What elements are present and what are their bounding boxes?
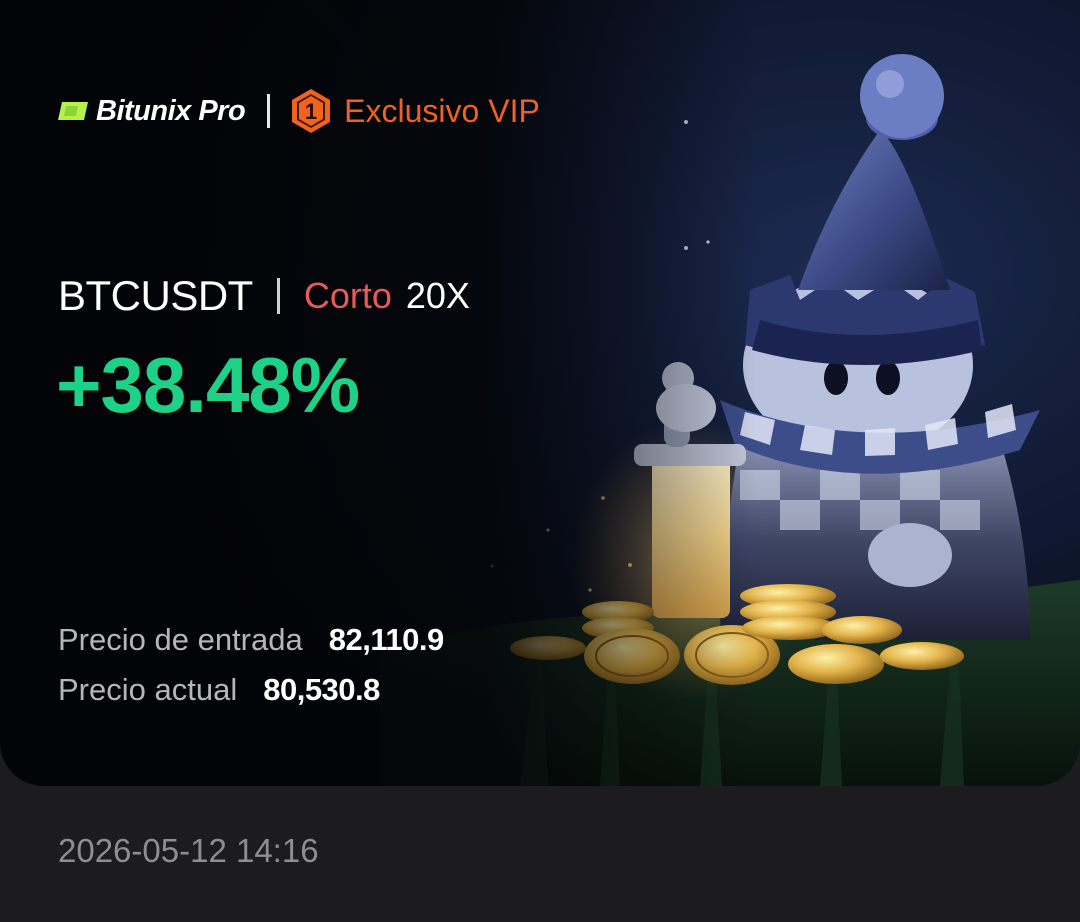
entry-price-value: 82,110.9 bbox=[328, 622, 444, 657]
entry-price-label: Precio de entrada bbox=[58, 622, 303, 657]
share-card: Bitunix Pro 1 Exclusivo VIP BTCUSDT Cort… bbox=[0, 0, 1080, 786]
current-price-row: Precio actual 80,530.8 bbox=[58, 668, 380, 712]
share-timestamp: 2026-05-12 14:16 bbox=[58, 832, 319, 869]
trading-pair: BTCUSDT bbox=[58, 272, 253, 319]
current-price-value: 80,530.8 bbox=[263, 672, 380, 707]
bitunix-logo-icon bbox=[58, 102, 88, 120]
pnl-percent: +38.48% bbox=[56, 341, 360, 429]
current-price-label: Precio actual bbox=[58, 672, 238, 707]
vip-label: Exclusivo VIP bbox=[344, 92, 540, 129]
position-header: BTCUSDT Corto 20X bbox=[58, 270, 470, 322]
brand-header: Bitunix Pro 1 Exclusivo VIP bbox=[56, 86, 540, 136]
position-side: Corto bbox=[303, 275, 392, 316]
divider bbox=[267, 94, 271, 128]
hexagon-badge-icon: 1 bbox=[292, 89, 331, 133]
divider bbox=[276, 278, 280, 314]
vip-rank: 1 bbox=[305, 99, 317, 124]
entry-price-row: Precio de entrada 82,110.9 bbox=[58, 618, 444, 662]
brand-name: Bitunix Pro bbox=[96, 94, 246, 127]
leverage: 20X bbox=[405, 275, 470, 316]
